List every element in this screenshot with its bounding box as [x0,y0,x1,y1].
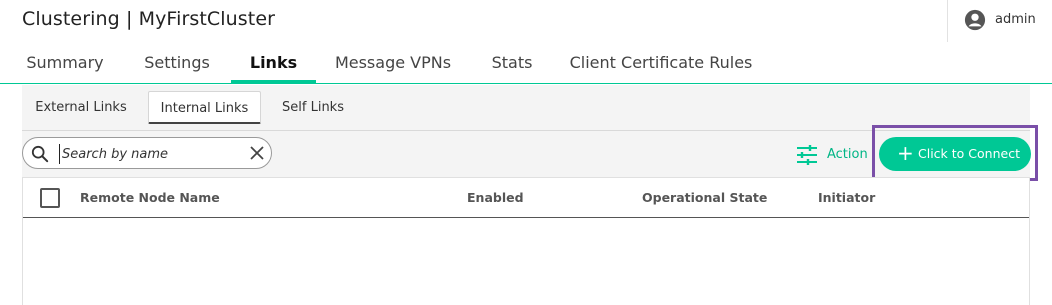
connect-label: Click to Connect [918,146,1020,161]
user-name: admin [995,12,1036,27]
links-table: Remote Node Name Enabled Operational Sta… [22,177,1030,305]
subtab-internal-links[interactable]: Internal Links [148,91,261,124]
tab-message-vpns[interactable]: Message VPNs [330,44,456,83]
tab-summary[interactable]: Summary [22,44,108,83]
tab-client-certificate-rules[interactable]: Client Certificate Rules [567,44,755,83]
click-to-connect-button[interactable]: + Click to Connect [879,137,1031,171]
sliders-icon [797,145,817,165]
search-box [22,137,272,169]
select-all-checkbox[interactable] [40,188,60,208]
action-label: Action [827,147,868,162]
subtab-external-links[interactable]: External Links [28,91,134,124]
close-icon[interactable] [249,145,265,161]
user-menu[interactable]: admin [947,0,1052,42]
tab-links[interactable]: Links [231,44,316,83]
search-icon [31,145,49,163]
account-circle-icon [964,9,986,31]
tab-settings[interactable]: Settings [136,44,218,83]
app-header: Clustering | MyFirstCluster admin Summar… [0,0,1052,84]
column-header-initiator[interactable]: Initiator [818,190,875,205]
links-panel: External Links Internal Links Self Links… [22,85,1038,305]
tab-stats[interactable]: Stats [485,44,539,83]
column-header-enabled[interactable]: Enabled [467,190,524,205]
column-header-remote-node-name[interactable]: Remote Node Name [80,190,220,205]
plus-icon: + [897,141,914,165]
column-header-operational-state[interactable]: Operational State [642,190,767,205]
subtab-self-links[interactable]: Self Links [275,91,351,124]
search-input[interactable] [59,144,239,164]
page-title: Clustering | MyFirstCluster [22,8,276,30]
table-header: Remote Node Name Enabled Operational Sta… [23,178,1029,218]
